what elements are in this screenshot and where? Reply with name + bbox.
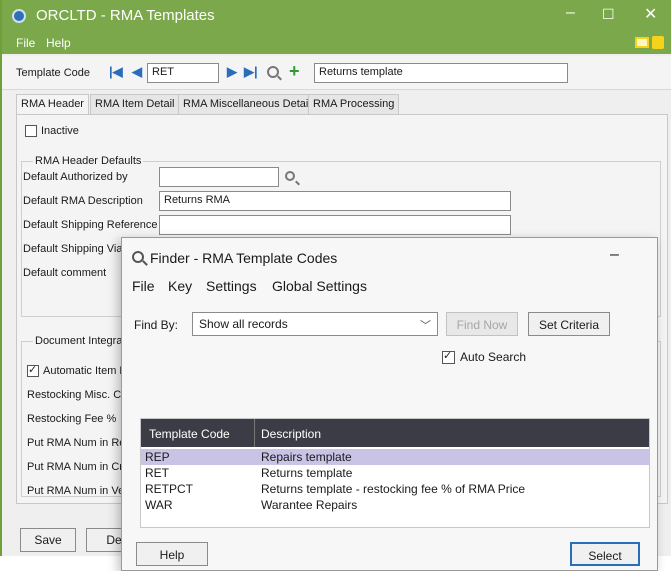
table-row[interactable]: WAR Warantee Repairs bbox=[141, 497, 649, 513]
table-row[interactable]: REP Repairs template bbox=[141, 449, 649, 465]
sticky-note-icon[interactable] bbox=[652, 36, 664, 49]
title-bar: ORCLTD - RMA Templates – ☐ ✕ bbox=[2, 0, 671, 32]
find-by-value: Show all records bbox=[199, 317, 288, 331]
row-code: RETPCT bbox=[145, 482, 193, 496]
row-description: Repairs template bbox=[261, 450, 352, 464]
authorized-by-input[interactable] bbox=[159, 167, 279, 187]
search-icon[interactable] bbox=[267, 66, 279, 78]
window-title: ORCLTD - RMA Templates bbox=[36, 7, 215, 24]
template-description-input[interactable]: Returns template bbox=[314, 63, 568, 83]
finder-menu-settings[interactable]: Settings bbox=[206, 278, 257, 294]
menu-help[interactable]: Help bbox=[46, 36, 71, 50]
inactive-label: Inactive bbox=[41, 125, 79, 137]
save-button[interactable]: Save bbox=[20, 528, 76, 552]
shipping-via-label: Default Shipping Via bbox=[23, 243, 123, 255]
column-description[interactable]: Description bbox=[261, 427, 321, 441]
select-button[interactable]: Select bbox=[570, 542, 640, 566]
shipping-reference-input[interactable] bbox=[159, 215, 511, 235]
put-rma-num-1-label: Put RMA Num in Re bbox=[27, 437, 126, 449]
auto-search-checkbox[interactable] bbox=[442, 349, 455, 364]
finder-title: Finder - RMA Template Codes bbox=[150, 250, 338, 266]
find-by-select[interactable]: Show all records ﹀ bbox=[192, 312, 438, 336]
minimize-button[interactable]: – bbox=[566, 4, 575, 22]
restocking-fee-label: Restocking Fee % bbox=[27, 413, 117, 425]
inactive-checkbox[interactable] bbox=[25, 125, 37, 137]
row-description: Warantee Repairs bbox=[261, 498, 358, 512]
row-description: Returns template - restocking fee % of R… bbox=[261, 482, 526, 496]
table-row[interactable]: RETPCT Returns template - restocking fee… bbox=[141, 481, 649, 497]
row-description: Returns template bbox=[261, 466, 353, 480]
finder-minimize-button[interactable]: – bbox=[610, 246, 619, 264]
close-button[interactable]: ✕ bbox=[644, 4, 657, 24]
finder-help-button[interactable]: Help bbox=[136, 542, 208, 566]
default-comment-label: Default comment bbox=[23, 267, 107, 279]
authorized-by-label: Default Authorized by bbox=[23, 171, 128, 183]
finder-menu-file[interactable]: File bbox=[132, 278, 155, 294]
put-rma-num-3-label: Put RMA Num in Ver bbox=[27, 485, 128, 497]
rma-description-label: Default RMA Description bbox=[23, 195, 143, 207]
set-criteria-button[interactable]: Set Criteria bbox=[528, 312, 610, 336]
menu-bar: File Help bbox=[2, 32, 671, 54]
automatic-item-checkbox[interactable] bbox=[27, 363, 39, 377]
restocking-misc-label: Restocking Misc. Ch bbox=[27, 389, 128, 401]
tab-rma-misc-detail[interactable]: RMA Miscellaneous Detail bbox=[178, 94, 316, 114]
put-rma-num-2-label: Put RMA Num in Cre bbox=[27, 461, 130, 473]
maximize-button[interactable]: ☐ bbox=[602, 6, 615, 23]
finder-dialog: Finder - RMA Template Codes – File Key S… bbox=[121, 237, 658, 571]
menu-file[interactable]: File bbox=[16, 36, 35, 50]
finder-menu-key[interactable]: Key bbox=[168, 278, 192, 294]
tab-rma-item-detail[interactable]: RMA Item Detail bbox=[90, 94, 180, 114]
row-code: REP bbox=[145, 450, 170, 464]
mail-icon[interactable] bbox=[635, 37, 649, 48]
template-code-input[interactable]: RET bbox=[147, 63, 219, 83]
template-codes-grid: Template Code Description REP Repairs te… bbox=[140, 418, 650, 528]
finder-menu-global-settings[interactable]: Global Settings bbox=[272, 278, 367, 294]
finder-search-icon bbox=[132, 251, 144, 263]
table-row[interactable]: RET Returns template bbox=[141, 465, 649, 481]
add-icon[interactable]: + bbox=[289, 61, 300, 82]
template-code-toolbar: Template Code |◀ ◀ RET ▶ ▶| + Returns te… bbox=[2, 56, 671, 90]
rma-header-defaults-title: RMA Header Defaults bbox=[33, 155, 144, 167]
tab-rma-processing[interactable]: RMA Processing bbox=[308, 94, 400, 114]
find-by-label: Find By: bbox=[134, 318, 179, 332]
previous-record-icon[interactable]: ◀ bbox=[132, 64, 142, 80]
tab-rma-header[interactable]: RMA Header bbox=[16, 94, 89, 115]
row-code: WAR bbox=[145, 498, 173, 512]
row-code: RET bbox=[145, 466, 169, 480]
next-record-icon[interactable]: ▶ bbox=[227, 64, 237, 80]
last-record-icon[interactable]: ▶| bbox=[244, 64, 258, 80]
chevron-down-icon: ﹀ bbox=[420, 320, 431, 332]
auto-search-label: Auto Search bbox=[460, 350, 527, 364]
app-icon bbox=[12, 9, 26, 23]
grid-header: Template Code Description bbox=[141, 419, 649, 447]
column-template-code[interactable]: Template Code bbox=[149, 427, 230, 441]
rma-description-input[interactable]: Returns RMA bbox=[159, 191, 511, 211]
authorized-by-lookup-icon[interactable] bbox=[285, 171, 295, 181]
template-code-label: Template Code bbox=[16, 67, 90, 79]
shipping-reference-label: Default Shipping Reference bbox=[23, 219, 158, 231]
column-divider bbox=[254, 419, 255, 447]
first-record-icon[interactable]: |◀ bbox=[109, 64, 123, 80]
find-now-button[interactable]: Find Now bbox=[446, 312, 518, 336]
automatic-item-label: Automatic Item R bbox=[43, 365, 128, 377]
